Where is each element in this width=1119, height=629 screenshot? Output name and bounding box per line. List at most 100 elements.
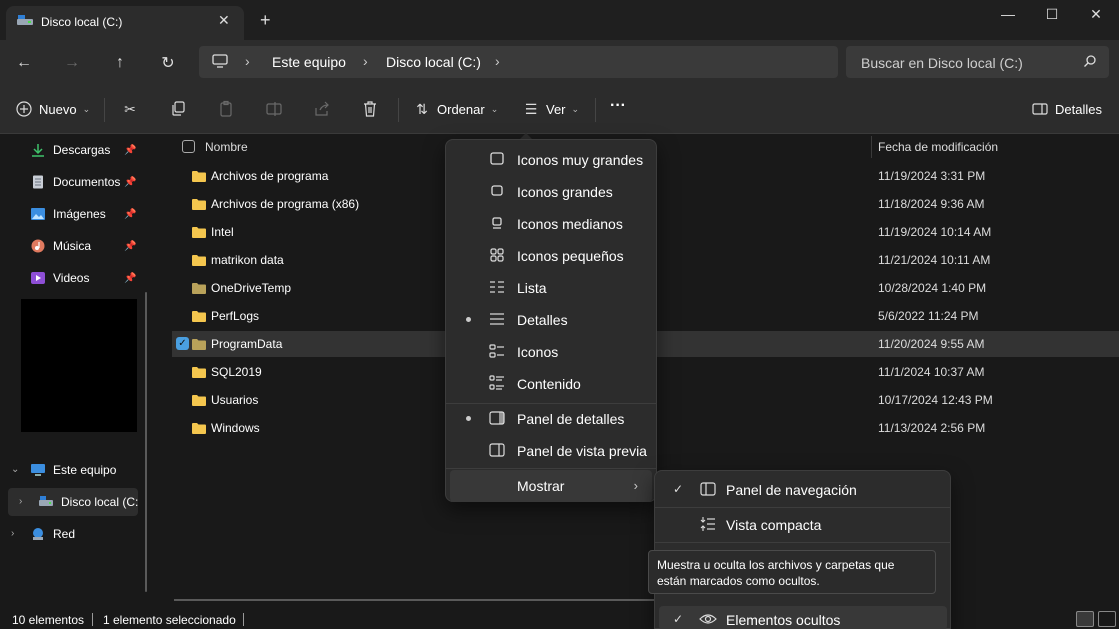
copy-button[interactable] bbox=[169, 100, 187, 118]
menu-item-extra-large-icons[interactable]: Iconos muy grandes bbox=[450, 143, 652, 175]
pin-icon[interactable]: 📌 bbox=[124, 145, 136, 156]
search-input[interactable]: Buscar en Disco local (C:) bbox=[846, 46, 1109, 78]
details-button[interactable]: Detalles bbox=[1031, 100, 1102, 118]
minimize-button[interactable]: — bbox=[988, 4, 1028, 24]
chevron-right-icon: › bbox=[495, 53, 500, 69]
toolbar-divider bbox=[398, 98, 399, 122]
up-arrow-icon[interactable]: ↑ bbox=[106, 51, 134, 75]
refresh-icon[interactable]: ↻ bbox=[154, 51, 182, 75]
pin-icon[interactable]: 📌 bbox=[124, 177, 136, 188]
folder-icon bbox=[192, 227, 206, 238]
breadcrumb-este-equipo[interactable]: Este equipo bbox=[272, 54, 346, 70]
file-name: Archivos de programa (x86) bbox=[211, 197, 360, 211]
column-header-date[interactable]: Fecha de modificación bbox=[878, 140, 998, 154]
tab-disco-local[interactable]: Disco local (C:) ✕ bbox=[6, 6, 244, 40]
row-checkbox[interactable]: ✓ bbox=[176, 337, 189, 350]
close-window-button[interactable]: ✕ bbox=[1076, 4, 1116, 24]
selected-dot-icon bbox=[466, 416, 471, 421]
menu-item-preview-pane[interactable]: Panel de vista previa bbox=[450, 434, 652, 466]
large-icons-view-icon[interactable] bbox=[1098, 611, 1116, 627]
pin-icon[interactable]: 📌 bbox=[124, 209, 136, 220]
status-divider bbox=[92, 613, 93, 626]
folder-icon bbox=[192, 423, 206, 434]
sidebar-item-red[interactable]: Red bbox=[30, 523, 75, 545]
menu-item-label: Panel de detalles bbox=[517, 411, 625, 427]
sort-button[interactable]: ⇅ Ordenar ⌄ bbox=[413, 100, 498, 118]
sidebar-item-videos[interactable]: Videos bbox=[30, 267, 89, 289]
chevron-down-icon: ⌄ bbox=[82, 103, 91, 114]
view-lines-icon: ☰ bbox=[524, 100, 538, 117]
menu-item-list[interactable]: Lista bbox=[450, 271, 652, 303]
menu-item-label: Detalles bbox=[517, 312, 568, 328]
sort-label: Ordenar bbox=[437, 101, 485, 117]
menu-item-label: Iconos muy grandes bbox=[517, 152, 644, 168]
submenu-item-navigation-pane[interactable]: ✓ Panel de navegación bbox=[659, 473, 947, 505]
delete-button[interactable] bbox=[361, 100, 379, 118]
file-date: 11/21/2024 10:11 AM bbox=[878, 253, 991, 267]
folder-icon bbox=[192, 311, 206, 322]
menu-item-show[interactable]: Mostrar › bbox=[450, 470, 652, 502]
menu-item-small-icons[interactable]: Iconos pequeños bbox=[450, 239, 652, 271]
submenu-item-compact-view[interactable]: Vista compacta bbox=[659, 508, 947, 540]
details-pane-icon bbox=[1032, 103, 1048, 115]
menu-item-tiles[interactable]: Iconos bbox=[450, 335, 652, 367]
chevron-down-icon: ⌄ bbox=[490, 103, 499, 114]
column-divider[interactable] bbox=[871, 136, 872, 158]
sidebar-item-label: Imágenes bbox=[53, 207, 106, 221]
drive-icon bbox=[39, 496, 53, 506]
rename-button[interactable] bbox=[265, 100, 283, 118]
sidebar-scrollbar[interactable] bbox=[145, 292, 147, 592]
sidebar-item-label: Red bbox=[53, 527, 76, 541]
sidebar-item-musica[interactable]: Música bbox=[30, 235, 91, 257]
eye-icon bbox=[699, 614, 717, 624]
file-name: Intel bbox=[211, 225, 234, 239]
cut-button[interactable]: ✂ bbox=[121, 100, 139, 118]
share-icon bbox=[315, 101, 329, 116]
maximize-button[interactable]: ☐ bbox=[1032, 4, 1072, 24]
menu-item-large-icons[interactable]: Iconos grandes bbox=[450, 175, 652, 207]
horizontal-scrollbar[interactable] bbox=[174, 599, 664, 601]
file-date: 11/1/2024 10:37 AM bbox=[878, 365, 985, 379]
clipboard-icon bbox=[220, 100, 232, 117]
sidebar-item-disco-local[interactable]: Disco local (C: bbox=[38, 491, 138, 513]
new-button[interactable]: Nuevo ⌄ bbox=[15, 100, 90, 118]
select-all-checkbox[interactable] bbox=[182, 140, 195, 153]
network-icon bbox=[33, 528, 43, 540]
menu-item-content[interactable]: Contenido bbox=[450, 367, 652, 399]
chevron-right-icon[interactable]: › bbox=[11, 528, 14, 539]
new-tab-button[interactable]: + bbox=[260, 10, 271, 31]
details-view-icon[interactable] bbox=[1076, 611, 1094, 627]
chevron-down-icon[interactable]: ⌄ bbox=[11, 464, 19, 475]
menu-item-medium-icons[interactable]: Iconos medianos bbox=[450, 207, 652, 239]
copy-icon bbox=[172, 101, 185, 116]
submenu-item-hidden-items[interactable]: ✓ Elementos ocultos bbox=[659, 606, 947, 629]
breadcrumb-disco-local[interactable]: Disco local (C:) bbox=[386, 54, 481, 70]
plus-circle-icon bbox=[16, 101, 32, 117]
pin-icon[interactable]: 📌 bbox=[124, 241, 136, 252]
sidebar-item-documentos[interactable]: Documentos bbox=[30, 171, 120, 193]
menu-item-details[interactable]: Detalles bbox=[450, 303, 652, 335]
column-header-name[interactable]: Nombre bbox=[205, 140, 248, 154]
more-options-button[interactable]: ··· bbox=[610, 97, 626, 115]
sidebar-item-imagenes[interactable]: Imágenes bbox=[30, 203, 106, 225]
folder-icon bbox=[192, 255, 206, 266]
sidebar-item-este-equipo[interactable]: Este equipo bbox=[30, 459, 116, 481]
view-button[interactable]: ☰ Ver ⌄ bbox=[522, 100, 579, 118]
close-tab-icon[interactable]: ✕ bbox=[218, 12, 230, 29]
pin-icon[interactable]: 📌 bbox=[124, 273, 136, 284]
selected-dot-icon bbox=[466, 317, 471, 322]
address-bar: ← → ↑ ↻ › Este equipo › Disco local (C:)… bbox=[0, 40, 1119, 86]
chevron-right-icon[interactable]: › bbox=[19, 496, 22, 507]
menu-item-details-pane[interactable]: Panel de detalles bbox=[450, 402, 652, 434]
paste-button[interactable] bbox=[217, 100, 235, 118]
file-name: OneDriveTemp bbox=[211, 281, 292, 295]
title-bar: Disco local (C:) ✕ + — ☐ ✕ bbox=[0, 0, 1119, 40]
sidebar-item-descargas[interactable]: Descargas bbox=[30, 139, 110, 161]
chevron-right-icon: › bbox=[245, 53, 250, 69]
file-date: 11/19/2024 3:31 PM bbox=[878, 169, 986, 183]
forward-arrow-icon[interactable]: → bbox=[58, 51, 86, 75]
back-arrow-icon[interactable]: ← bbox=[10, 51, 38, 75]
share-button[interactable] bbox=[313, 100, 331, 118]
details-label: Detalles bbox=[1055, 101, 1102, 117]
breadcrumb[interactable]: › Este equipo › Disco local (C:) › bbox=[199, 46, 838, 78]
